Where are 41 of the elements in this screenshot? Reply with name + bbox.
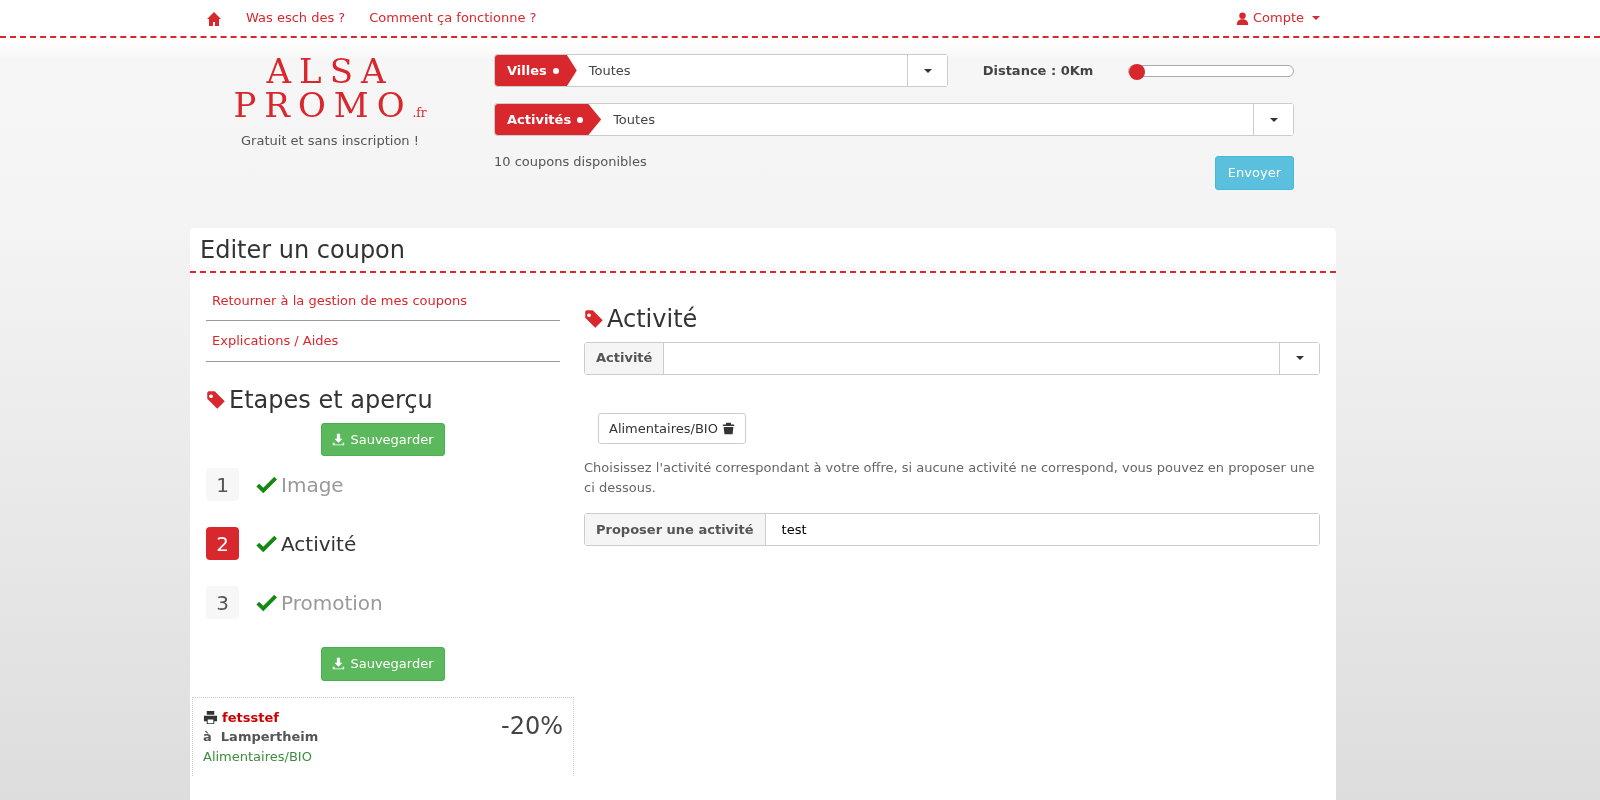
trash-icon[interactable] xyxy=(721,421,735,435)
step-label[interactable]: Activité xyxy=(281,528,357,559)
step-number[interactable]: 2 xyxy=(206,527,239,561)
download-icon xyxy=(332,432,346,446)
step-label[interactable]: Image xyxy=(281,469,344,500)
printer-icon[interactable] xyxy=(203,709,218,725)
account-menu[interactable]: Compte xyxy=(1235,8,1320,28)
sidebar-link[interactable]: Explications / Aides xyxy=(206,321,560,362)
slider[interactable] xyxy=(1128,64,1294,77)
propose-field[interactable]: Proposer une activité test xyxy=(584,513,1320,547)
user-icon xyxy=(1235,11,1249,25)
tagline: Gratuit et sans inscription ! xyxy=(240,131,420,150)
tag-icon xyxy=(584,309,604,330)
select-field[interactable]: Villes Toutes xyxy=(494,54,948,87)
coupon-discount: -20% xyxy=(501,710,563,742)
select-field[interactable]: Activités Toutes xyxy=(494,103,1294,136)
coupon-city: à Lampertheim xyxy=(203,728,319,747)
download-icon xyxy=(332,657,346,671)
activity-tag: Alimentaires/BIO xyxy=(598,412,746,445)
help-text: Choisissez l'activité correspondant à votre offre, si aucune activité ne correspond, vous pouvez en proposer une ci dessous. xyxy=(584,459,1316,497)
caret-icon xyxy=(1295,356,1304,361)
tag-icon xyxy=(206,390,226,411)
distance-label: Distance : 0Km xyxy=(982,61,1094,80)
nav-link[interactable]: Was esch des ? xyxy=(246,8,346,28)
page-title: Editer un coupon xyxy=(190,228,1336,273)
step-number[interactable]: 3 xyxy=(206,586,239,620)
home-icon[interactable] xyxy=(206,10,222,27)
coupon-category: Alimentaires/BIO xyxy=(203,747,313,766)
coupon-count: 10 coupons disponibles xyxy=(494,153,647,171)
logo[interactable]: ALSA PROMO.fr xyxy=(233,54,427,122)
step-number[interactable]: 1 xyxy=(206,468,239,502)
coupon-name: fetsstef xyxy=(222,708,279,727)
sidebar-link[interactable]: Retourner à la gestion de mes coupons xyxy=(206,280,560,322)
caret-icon xyxy=(923,68,932,73)
activity-select[interactable]: Activité xyxy=(584,341,1320,375)
slider-thumb[interactable] xyxy=(1129,63,1145,80)
section-heading: Activité xyxy=(607,304,698,334)
caret-icon xyxy=(1269,117,1278,122)
nav-link[interactable]: Comment ça fonctionne ? xyxy=(369,8,537,28)
step-label[interactable]: Promotion xyxy=(281,587,383,618)
section-heading: Etapes et aperçu xyxy=(229,385,433,415)
